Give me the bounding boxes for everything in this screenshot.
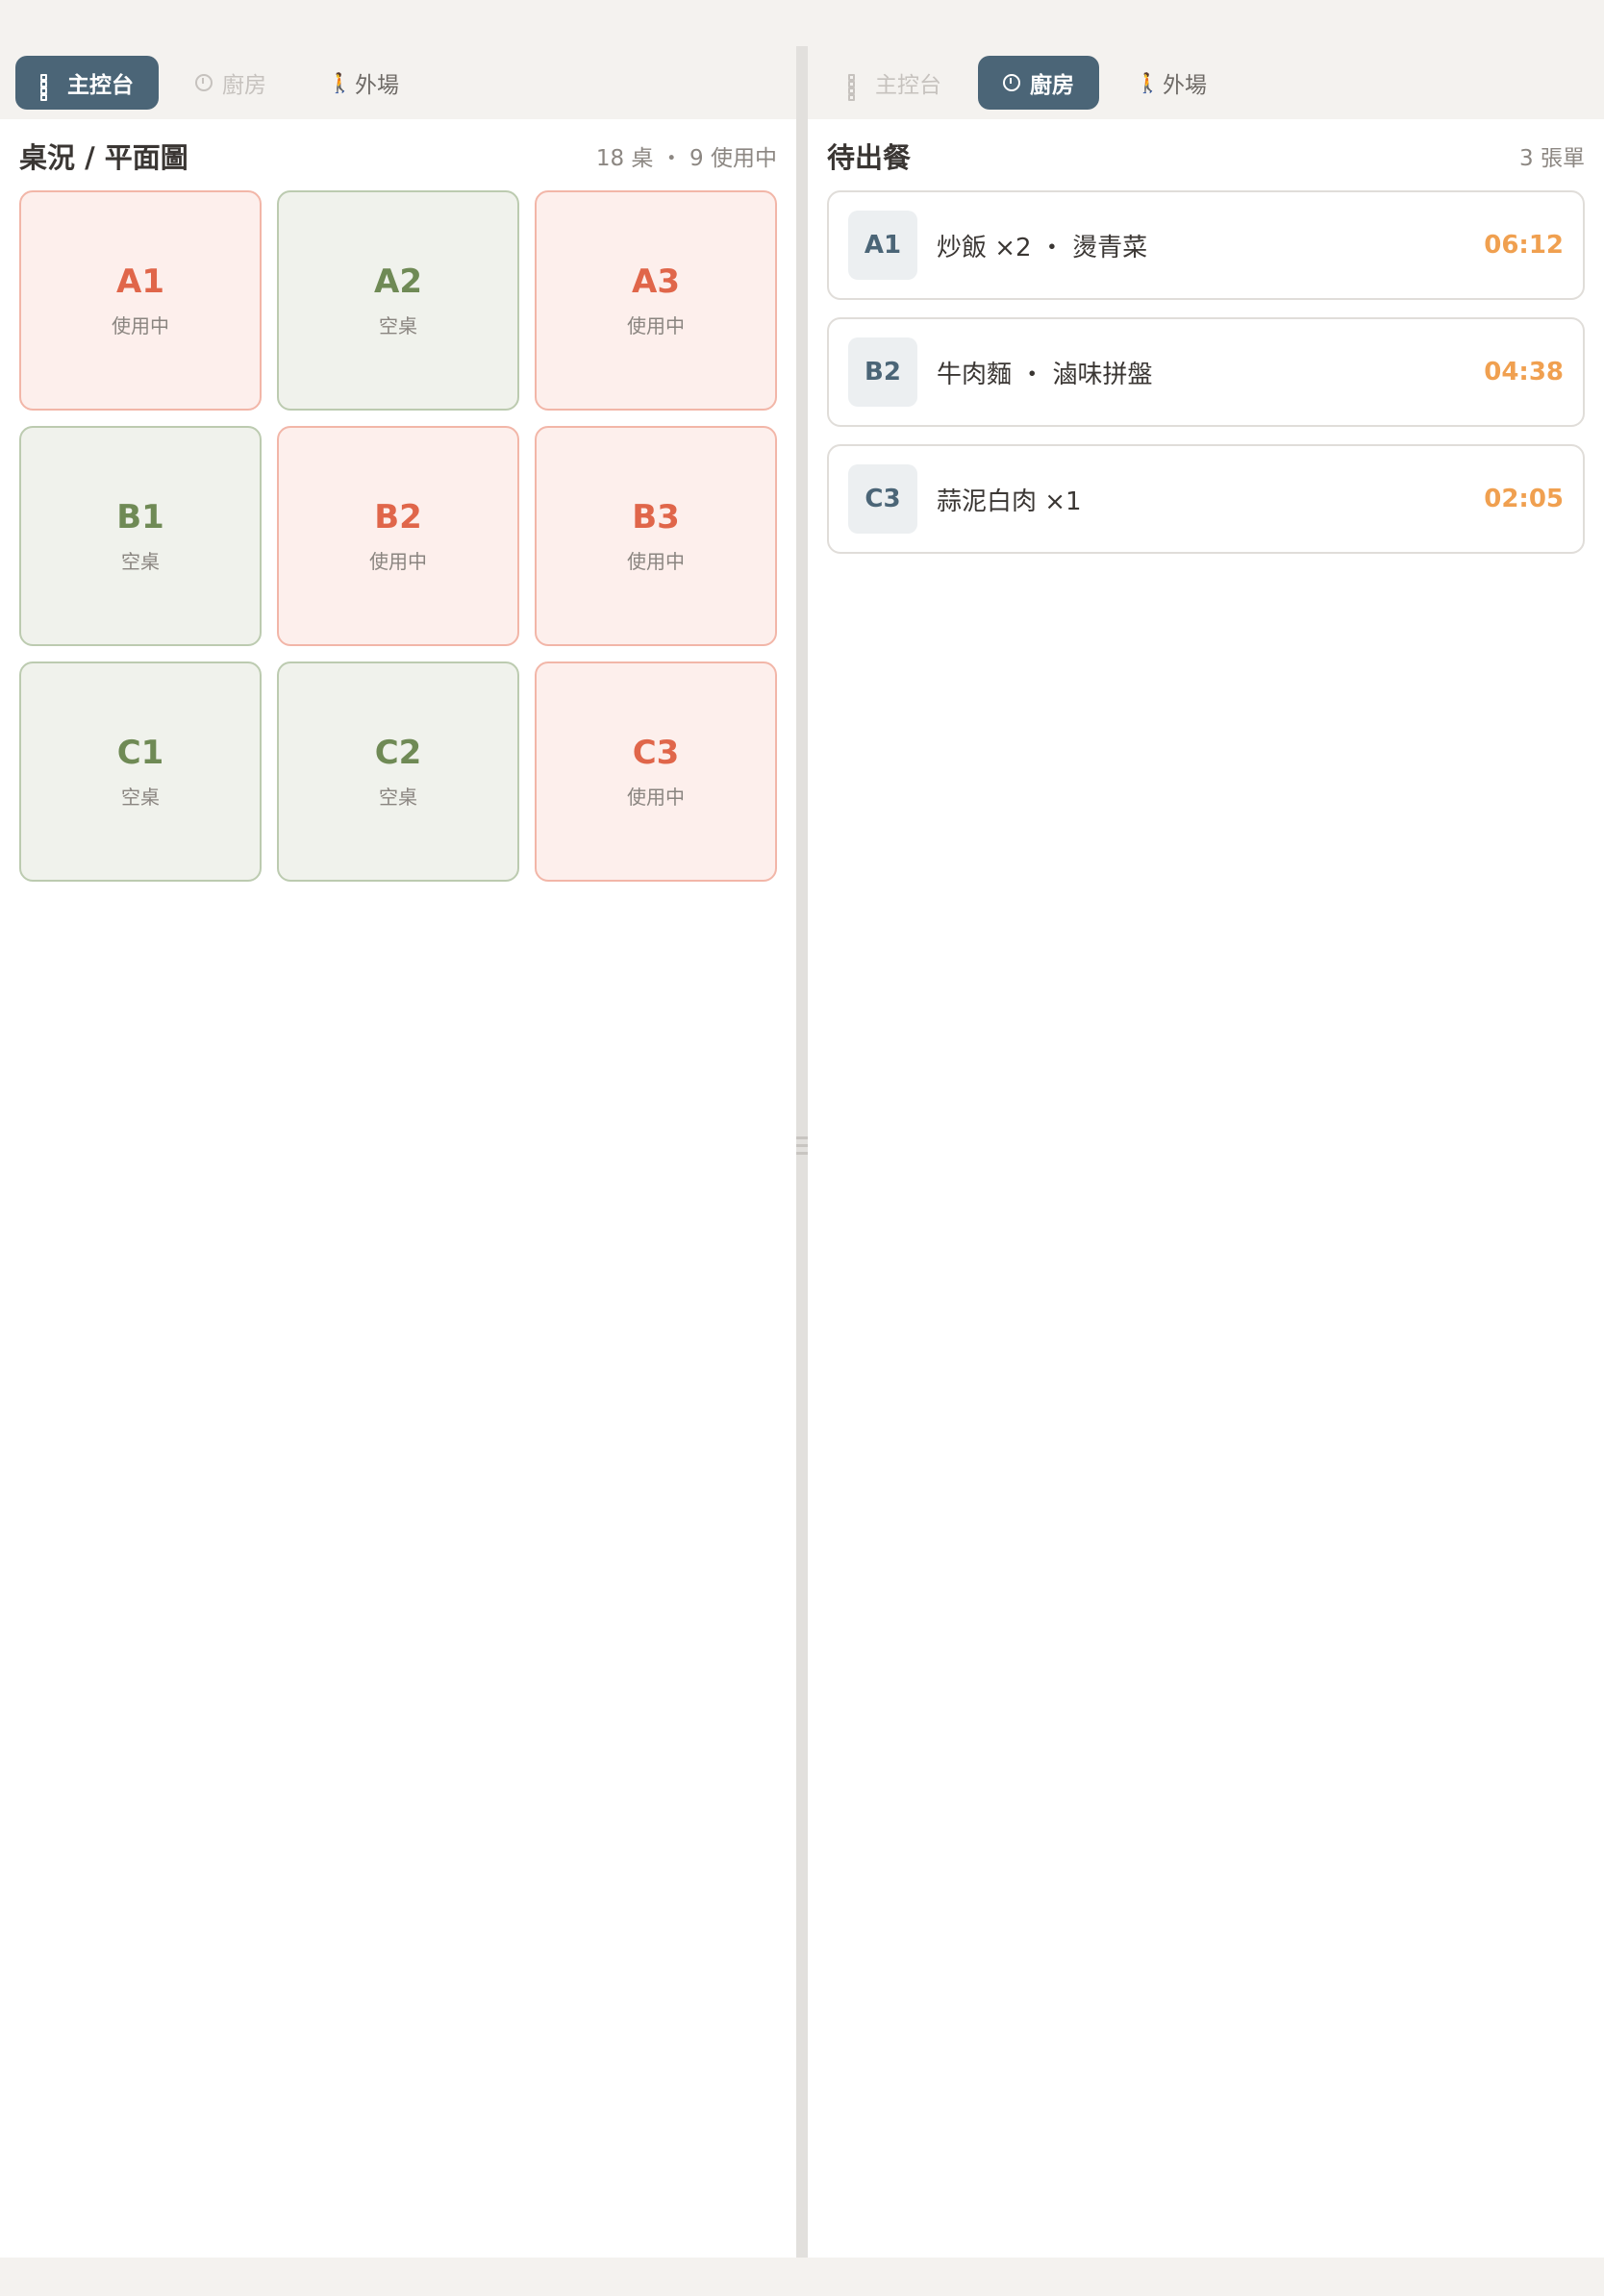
order-count: 3 張單 [1519,146,1585,171]
tab-label: 外場 [1163,73,1207,98]
left-tab-bar: 主控台 廚房 🚶 外場 [0,46,796,119]
order-table-badge: A1 [848,211,917,280]
table-status: 使用中 [369,550,427,573]
table-card-b1[interactable]: B1 空桌 [19,426,262,646]
floor-plan-header: 桌況 / 平面圖 18 桌 ・ 9 使用中 [0,119,796,175]
order-items: 牛肉麵 ・ 滷味拼盤 [937,360,1153,389]
timer-icon [195,74,213,91]
tab-label: 廚房 [1030,73,1074,98]
table-status: 使用中 [627,314,685,337]
order-card[interactable]: C3 蒜泥白肉 ×1 02:05 [827,444,1585,554]
section-title: 待出餐 [827,141,912,174]
table-card-a1[interactable]: A1 使用中 [19,190,262,411]
order-timer: 06:12 [1484,231,1564,260]
tab-kitchen[interactable]: 廚房 [978,56,1099,110]
tab-floor[interactable]: 🚶 外場 [303,56,424,110]
grid-icon [40,74,58,101]
right-pane: 主控台 廚房 🚶 外場 待出餐 3 張單 A1 炒飯 ×2 ・ 燙青菜 06:1… [808,46,1604,2258]
table-status: 使用中 [627,550,685,573]
table-card-b2[interactable]: B2 使用中 [277,426,519,646]
table-card-c3[interactable]: C3 使用中 [535,661,777,882]
order-timer: 04:38 [1484,358,1564,387]
walk-icon: 🚶 [328,71,352,94]
table-id: B3 [632,498,680,537]
left-pane: 主控台 廚房 🚶 外場 桌況 / 平面圖 18 桌 ・ 9 使用中 A1 使用中… [0,46,796,2258]
table-status: 空桌 [379,786,417,809]
tab-dashboard[interactable]: 主控台 [15,56,159,110]
table-status: 使用中 [627,786,685,809]
order-list: A1 炒飯 ×2 ・ 燙青菜 06:12 B2 牛肉麵 ・ 滷味拼盤 04:38… [808,175,1604,554]
order-items: 炒飯 ×2 ・ 燙青菜 [937,233,1148,262]
table-id: C2 [374,734,422,772]
table-card-c1[interactable]: C1 空桌 [19,661,262,882]
table-status: 空桌 [379,314,417,337]
table-status: 空桌 [121,786,160,809]
table-card-b3[interactable]: B3 使用中 [535,426,777,646]
divider-grip[interactable] [796,1144,808,1147]
table-id: B2 [374,498,422,537]
order-card[interactable]: A1 炒飯 ×2 ・ 燙青菜 06:12 [827,190,1585,300]
table-card-a2[interactable]: A2 空桌 [277,190,519,411]
order-timer: 02:05 [1484,485,1564,513]
tab-label: 主控台 [67,73,134,98]
timer-icon [1003,74,1020,91]
grid-icon [848,74,865,101]
tab-dashboard[interactable]: 主控台 [823,56,966,110]
section-title: 桌況 / 平面圖 [19,141,188,174]
table-id: C3 [632,734,680,772]
table-card-a3[interactable]: A3 使用中 [535,190,777,411]
tab-label: 主控台 [875,73,941,98]
order-card[interactable]: B2 牛肉麵 ・ 滷味拼盤 04:38 [827,317,1585,427]
pending-orders-header: 待出餐 3 張單 [808,119,1604,175]
table-id: B1 [116,498,164,537]
table-id: A3 [632,262,680,301]
divider-grip[interactable] [796,1152,808,1155]
tab-label: 外場 [355,73,399,98]
tab-label: 廚房 [222,73,266,98]
divider-grip[interactable] [796,1136,808,1139]
table-id: A2 [374,262,422,301]
order-table-badge: C3 [848,464,917,534]
table-card-c2[interactable]: C2 空桌 [277,661,519,882]
walk-icon: 🚶 [1136,71,1160,94]
split-divider[interactable] [796,46,808,2258]
order-table-badge: B2 [848,337,917,407]
order-items: 蒜泥白肉 ×1 [937,487,1082,516]
table-count: 18 桌 ・ 9 使用中 [595,146,777,171]
table-id: C1 [116,734,164,772]
tab-floor[interactable]: 🚶 外場 [1111,56,1232,110]
table-status: 使用中 [112,314,169,337]
right-tab-bar: 主控台 廚房 🚶 外場 [808,46,1604,119]
table-id: A1 [116,262,164,301]
table-grid: A1 使用中 A2 空桌 A3 使用中 B1 空桌 B2 使用中 B3 使用中 [0,175,796,882]
table-status: 空桌 [121,550,160,573]
split-view-app: 主控台 廚房 🚶 外場 桌況 / 平面圖 18 桌 ・ 9 使用中 A1 使用中… [0,0,1604,2296]
tab-kitchen[interactable]: 廚房 [170,56,291,110]
